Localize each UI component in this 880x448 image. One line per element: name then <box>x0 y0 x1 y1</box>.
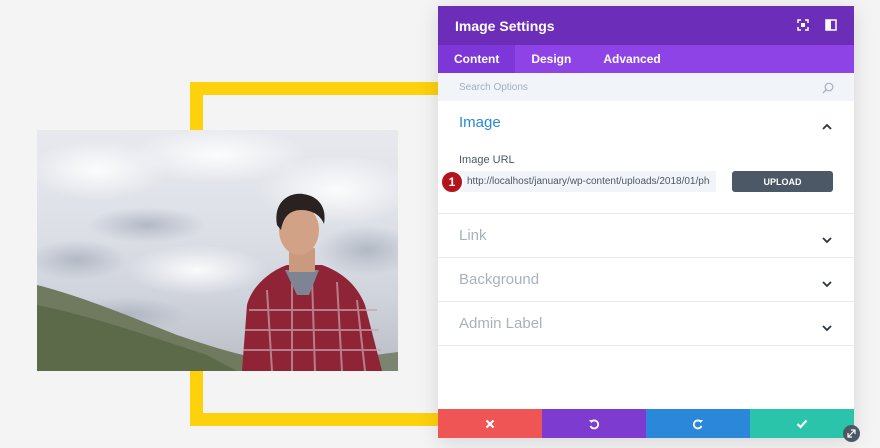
image-url-label: Image URL <box>459 154 515 166</box>
cancel-button[interactable] <box>438 409 542 438</box>
save-button[interactable] <box>750 409 854 438</box>
hero-photo <box>37 130 398 371</box>
section-link-header[interactable]: Link <box>459 214 833 257</box>
chevron-down-icon[interactable] <box>822 275 832 288</box>
search-input[interactable] <box>459 81 799 93</box>
section-background-header[interactable]: Background <box>459 258 833 301</box>
section-admin-label-title: Admin Label <box>459 315 543 332</box>
tab-advanced[interactable]: Advanced <box>587 45 676 73</box>
undo-icon <box>589 419 600 429</box>
tab-bar: Content Design Advanced <box>438 45 854 73</box>
section-background[interactable]: Background <box>438 258 854 302</box>
search-icon[interactable] <box>822 81 834 94</box>
panel-title: Image Settings <box>455 17 555 34</box>
chevron-down-icon[interactable] <box>822 319 832 332</box>
check-icon <box>796 419 808 429</box>
chevron-down-icon[interactable] <box>822 231 832 244</box>
resize-icon <box>847 429 856 438</box>
redo-icon <box>692 419 703 429</box>
redo-button[interactable] <box>646 409 750 438</box>
upload-button[interactable]: UPLOAD <box>732 171 833 192</box>
close-icon <box>485 419 495 428</box>
section-admin-label-header[interactable]: Admin Label <box>459 302 833 345</box>
panel-header: Image Settings <box>438 6 854 45</box>
resize-handle[interactable] <box>843 425 860 442</box>
tab-content[interactable]: Content <box>438 45 516 73</box>
chevron-up-icon[interactable] <box>822 118 832 130</box>
image-url-input[interactable] <box>459 171 716 192</box>
split-view-icon[interactable] <box>824 18 838 32</box>
step-badge: 1 <box>440 170 464 194</box>
image-settings-panel: Image Settings Content Design Advanced S… <box>438 6 854 438</box>
section-background-title: Background <box>459 271 540 288</box>
section-image-title: Image <box>459 114 501 131</box>
fullscreen-icon[interactable] <box>796 18 810 32</box>
tab-design[interactable]: Design <box>515 45 587 73</box>
section-image-header[interactable]: Image <box>459 101 833 144</box>
section-image: Image Image URL 1 UPLOAD <box>438 101 854 214</box>
panel-footer <box>438 409 854 438</box>
section-link-title: Link <box>459 227 487 244</box>
section-admin-label[interactable]: Admin Label <box>438 302 854 346</box>
undo-button[interactable] <box>542 409 646 438</box>
search-bar <box>438 73 854 101</box>
section-link[interactable]: Link <box>438 214 854 258</box>
